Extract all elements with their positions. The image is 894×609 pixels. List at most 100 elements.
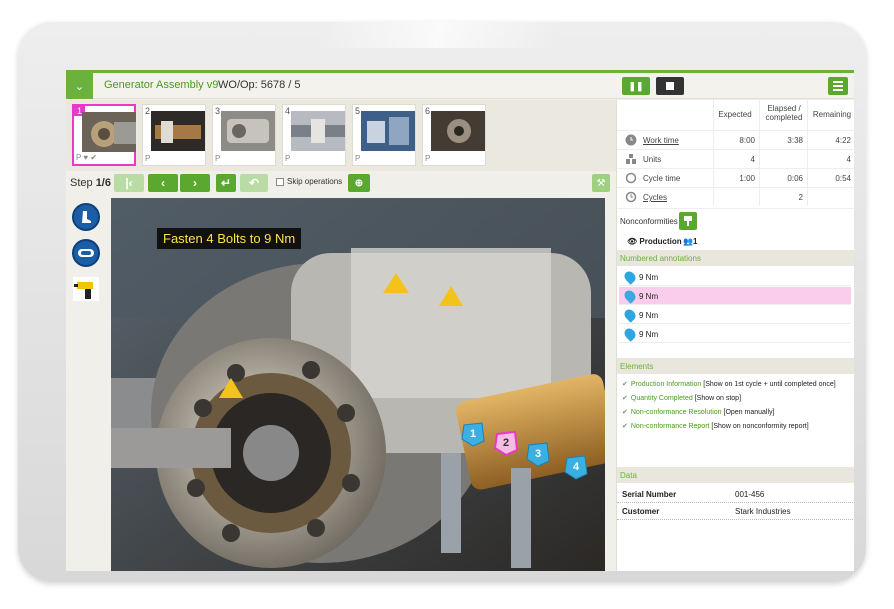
cycle-time-label: Cycle time [643,174,681,183]
annotation-item[interactable]: 9 Nm [619,325,851,343]
data-row-serial-number: Serial Number 001-456 [617,486,853,503]
cycles-elapsed: 2 [798,193,803,202]
hamburger-menu-icon[interactable] [828,77,848,95]
cycle-icon [625,172,637,184]
thumbs-down-icon [684,216,692,226]
time-row-work-time: Work time 8:00 3:38 4:22 [617,130,854,149]
thumbnail-footer: P [355,154,361,163]
stop-button[interactable] [656,77,684,95]
cycle-time-expected: 1:00 [739,174,755,183]
check-icon: ✔ [622,409,628,416]
units-label: Units [643,155,662,164]
thumbnail-step-6[interactable]: 6 P [422,104,486,166]
annotation-item[interactable]: 9 Nm [619,268,851,286]
thumbnail-image [151,111,205,151]
header-expected: Expected [718,110,752,119]
previous-step-button[interactable]: ‹ [148,174,178,192]
time-row-cycles: Cycles 2 [617,187,854,206]
check-icon: ✔ [622,381,628,388]
thumbnail-number: 6 [425,106,431,116]
report-nonconformity-button[interactable] [679,212,697,230]
step-thumbnails: 1 P ♥ ✔ 2 P 3 P 4 P 5 P 6 P [66,100,616,171]
thumbnail-step-4[interactable]: 4 P [282,104,346,166]
wrench-icon[interactable]: ⚒ [592,174,610,192]
thumbnail-step-2[interactable]: 2 P [142,104,206,166]
pin-icon [622,269,638,285]
thumbnail-step-3[interactable]: 3 P [212,104,276,166]
work-time-label[interactable]: Work time [643,136,679,145]
thumbnail-image [291,111,345,151]
thumbnail-step-5[interactable]: 5 P [352,104,416,166]
annotation-marker-3[interactable]: 3 [525,441,551,467]
jump-step-button[interactable]: ↵ [216,174,236,192]
annotation-marker-1[interactable]: 1 [460,421,486,447]
safety-boots-icon [72,203,100,231]
thumbnail-number: 5 [355,106,361,116]
data-row-customer: Customer Stark Industries [617,503,853,520]
section-header-data: Data [617,467,854,483]
machine-photo [111,198,605,571]
users-count[interactable]: 👥1 [683,237,697,246]
step-indicator: Step 1/6 [70,177,111,189]
thumbnail-number: 4 [285,106,291,116]
element-item: ✔ Non-conformance Report [Show on nonconf… [622,423,809,430]
thumbnail-step-1[interactable]: 1 P ♥ ✔ [72,104,136,166]
thumbnail-footer: P [145,154,151,163]
section-header-elements: Elements [617,358,854,374]
section-header-annotations: Numbered annotations [617,250,854,266]
cycles-icon [625,191,637,203]
tablet-frame: ⌄ Generator Assembly v9 WO/Op: 5678 / 5 … [18,22,866,582]
app-screen: ⌄ Generator Assembly v9 WO/Op: 5678 / 5 … [66,70,854,571]
pin-icon [622,288,638,304]
annotation-item[interactable]: 9 Nm [619,306,851,324]
element-item: ✔ Non-conformance Resolution [Open manual… [622,409,775,416]
checkbox-box[interactable] [276,177,284,186]
first-step-button[interactable]: |‹ [114,174,144,192]
next-step-button[interactable]: › [180,174,210,192]
cycles-label[interactable]: Cycles [643,193,667,202]
element-item: ✔ Production Information [Show on 1st cyc… [622,381,836,388]
ppe-icons [72,203,102,311]
check-icon: ✔ [622,423,628,430]
units-expected: 4 [750,155,755,164]
check-icon: ✔ [622,395,628,402]
skip-operations-checkbox[interactable]: Skip operations [276,177,342,186]
zoom-in-button[interactable]: ⊕ [348,174,370,192]
thumbnail-image [431,111,485,151]
power-drill-icon [72,275,100,303]
pause-button[interactable]: ❚❚ [622,77,650,95]
chevron-down-icon[interactable]: ⌄ [66,73,93,99]
thumbnail-image [361,111,415,151]
safety-goggles-icon [72,239,100,267]
annotation-marker-2[interactable]: 2 [493,430,519,456]
annotation-item-selected[interactable]: 9 Nm [619,287,851,305]
stop-icon [666,82,674,90]
time-row-units: Units 4 4 [617,149,854,168]
units-remaining: 4 [846,155,851,164]
work-time-remaining: 4:22 [835,136,851,145]
thumbnail-image [82,112,136,152]
step-toolbar: Step 1/6 |‹ ‹ › ↵ ↶ Skip operations ⊕ ⚒ [66,171,616,197]
thumbnail-footer: P [215,154,221,163]
pin-icon [622,326,638,342]
time-row-cycle-time: Cycle time 1:00 0:06 0:54 [617,168,854,187]
work-time-elapsed: 3:38 [787,136,803,145]
app-title[interactable]: Generator Assembly v9 [104,79,218,91]
work-order-label: WO/Op: 5678 / 5 [218,79,301,91]
production-label[interactable]: 👁 Production [627,237,682,246]
instruction-label: Fasten 4 Bolts to 9 Nm [157,228,302,249]
nonconformities-row: Nonconformities [617,208,854,232]
thumbnail-footer: P [425,154,431,163]
pin-icon [622,307,638,323]
annotation-marker-4[interactable]: 4 [563,454,589,480]
thumbnail-footer: P ♥ ✔ [76,153,98,162]
units-icon [626,154,636,164]
cycle-time-remaining: 0:54 [835,174,851,183]
element-item: ✔ Quantity Completed [Show on stop] [622,395,742,402]
top-bar: ⌄ Generator Assembly v9 WO/Op: 5678 / 5 … [66,73,854,99]
header-remaining: Remaining [812,110,852,119]
undo-button[interactable]: ↶ [240,174,268,192]
skip-operations-label: Skip operations [287,177,343,186]
thumbnail-image [221,111,275,151]
time-table-header: Expected Elapsed / completed Remaining [617,100,854,130]
